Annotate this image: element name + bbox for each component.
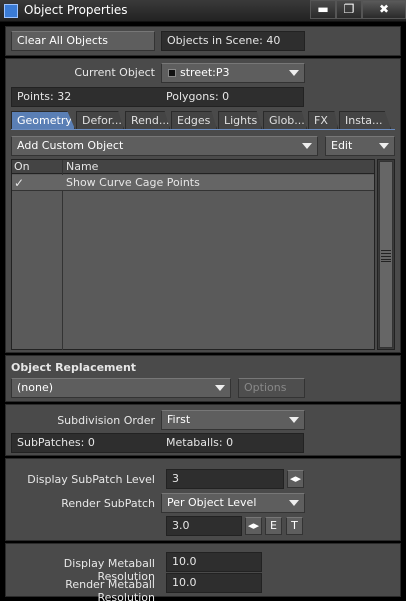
render-subpatch-value: Per Object Level [167,496,257,509]
add-custom-object-dropdown[interactable]: Add Custom Object [11,136,318,156]
texture-t-button[interactable]: T [286,517,303,535]
render-subpatch-dropdown[interactable]: Per Object Level [161,493,305,513]
subdivision-order-label: Subdivision Order [57,414,155,427]
chevron-down-icon [289,500,299,506]
metaballs-count: Metaballs: 0 [166,436,234,449]
minimize-button[interactable]: ▬ [310,0,336,19]
edit-dropdown[interactable]: Edit [325,136,395,156]
app-icon [4,4,18,18]
chevron-down-icon [289,417,299,423]
polygons-count: Polygons: 0 [166,90,230,103]
tab-edges[interactable]: Edges [171,111,217,129]
render-metaball-label: Render Metaball Resolution [65,578,155,601]
envelope-e-button[interactable]: E [265,517,282,535]
render-metaball-input[interactable]: 10.0 [166,573,262,593]
current-object-dropdown[interactable]: street:P3 [161,63,305,83]
tab-instance[interactable]: Insta... [339,111,391,129]
subpatches-count: SubPatches: 0 [17,436,95,449]
edit-label: Edit [331,139,353,152]
row-name: Show Curve Cage Points [66,176,200,189]
object-icon [168,69,176,77]
chevron-down-icon [215,385,225,391]
chevron-down-icon [289,70,299,76]
close-button[interactable]: ✖ [362,0,406,19]
object-replacement-heading: Object Replacement [11,361,137,374]
chevron-down-icon [379,143,389,149]
tab-global[interactable]: Glob... [263,111,307,129]
chevron-down-icon [302,143,312,149]
tab-render[interactable]: Rend... [125,111,170,129]
col-name-header: Name [66,160,99,173]
subdivision-order-dropdown[interactable]: First [161,410,305,430]
replacement-dropdown[interactable]: (none) [11,378,231,398]
render-subpatch-stepper[interactable]: ◂▸ [245,517,262,535]
current-object-label: Current Object [74,66,155,79]
points-count: Points: 32 [17,90,72,103]
display-subpatch-stepper[interactable]: ◂▸ [287,470,304,488]
subdivision-order-value: First [167,413,191,426]
replacement-value: (none) [17,381,54,394]
display-subpatch-label: Display SubPatch Level [27,473,155,486]
render-subpatch-level-input[interactable]: 3.0 [166,516,242,536]
clear-all-objects-button[interactable]: Clear All Objects [11,31,155,51]
col-on-header: On [14,160,30,173]
row-on-check[interactable]: ✓ [14,176,24,190]
current-object-value: street:P3 [180,66,230,79]
options-button[interactable]: Options [238,378,305,398]
tab-geometry[interactable]: Geometry [11,111,75,129]
tab-fx[interactable]: FX [308,111,338,129]
grip-icon [381,250,391,262]
display-subpatch-input[interactable]: 3 [166,469,284,489]
display-metaball-input[interactable]: 10.0 [166,552,262,572]
tab-underline [11,129,395,130]
render-subpatch-label: Render SubPatch [61,497,155,510]
tab-lights[interactable]: Lights [218,111,262,129]
objects-in-scene-readout: Objects in Scene: 40 [161,31,305,51]
tab-deform[interactable]: Defor... [76,111,124,129]
window-title: Object Properties [24,3,128,17]
add-custom-object-label: Add Custom Object [17,139,124,152]
maximize-button[interactable]: ❐ [336,0,362,19]
